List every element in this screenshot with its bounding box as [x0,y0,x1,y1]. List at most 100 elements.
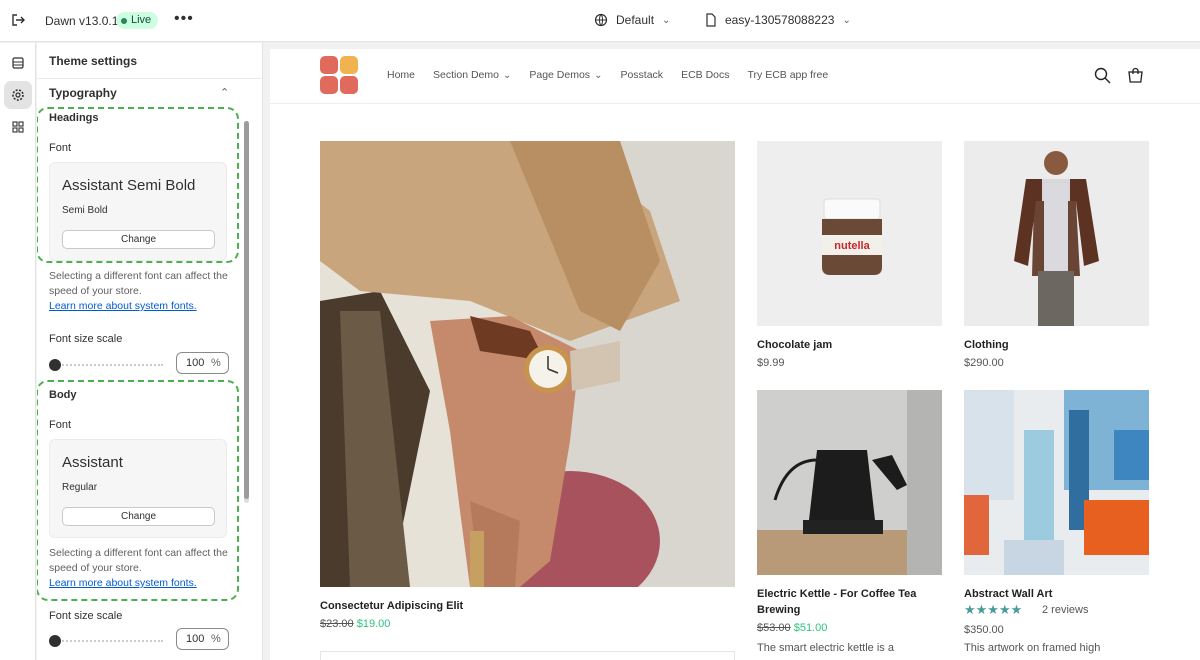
clothing-image[interactable] [964,141,1149,326]
kettle-old-price: $53.00 [757,622,791,634]
live-dot-icon [121,17,127,24]
body-label: Body [49,389,77,401]
nav-try-ecb[interactable]: Try ECB app free [748,69,829,81]
body-font-card: Assistant Regular Change [49,439,227,538]
body-system-fonts-link[interactable]: Learn more about system fonts. [49,577,197,589]
body-font-name: Assistant [62,454,123,471]
divider [37,78,262,79]
chevron-down-icon: ⌄ [594,69,603,81]
page-label: easy-130578088223 [725,13,835,27]
electric-kettle-description: The smart electric kettle is a [757,642,894,654]
page-icon [706,13,716,27]
body-scale-value: 100 [186,633,205,645]
theme-settings-panel: Theme settings Typography ⌃ Headings Fon… [37,43,263,660]
abstract-wall-art-title[interactable]: Abstract Wall Art [964,588,1052,600]
globe-icon [594,13,608,27]
abstract-wall-art-description: This artwork on framed high [964,642,1101,654]
featured-product-image[interactable] [320,141,735,587]
featured-product-price: $23.00 $19.00 [320,618,390,630]
page-selector[interactable]: easy-130578088223 ⌄ [705,13,851,27]
chocolate-jam-price: $9.99 [757,357,785,369]
editor-rail [0,43,36,660]
abstract-wall-art-reviews[interactable]: 2 reviews [1042,604,1088,616]
body-help-text: Selecting a different font can affect th… [49,546,229,591]
electric-kettle-title-line1[interactable]: Electric Kettle - For Coffee Tea [757,588,916,600]
body-scale-unit: % [211,633,221,645]
sections-icon[interactable] [4,49,32,77]
electric-kettle-title-line2[interactable]: Brewing [757,604,800,616]
slider-handle[interactable] [49,359,61,371]
chocolate-jam-image[interactable]: nutella [757,141,942,326]
electric-kettle-price: $53.00 $51.00 [757,622,827,634]
typography-group-header[interactable]: Typography [49,86,117,100]
abstract-wall-art-price: $350.00 [964,624,1004,636]
chevron-up-icon[interactable]: ⌃ [220,86,229,99]
headings-scale-value: 100 [186,357,205,369]
nav-ecb-docs-label: ECB Docs [681,69,730,81]
nav-home[interactable]: Home [387,69,415,81]
live-badge: Live [116,12,159,29]
headings-scale-label: Font size scale [49,333,123,345]
kettle-sale-price: $51.00 [793,622,828,634]
body-font-style: Regular [62,482,98,493]
nav-home-label: Home [387,69,416,81]
nav-page-demos-label: Page Demos [529,69,591,81]
nav-ecb-docs[interactable]: ECB Docs [681,69,729,81]
nav-try-ecb-label: Try ECB app free [747,69,829,81]
store-logo[interactable] [320,56,358,94]
slider-track [55,640,163,642]
headings-help-copy: Selecting a different font can affect th… [49,270,228,297]
headings-system-fonts-link[interactable]: Learn more about system fonts. [49,300,197,312]
body-scale-slider[interactable] [49,635,164,647]
featured-sale-price: $19.00 [356,618,391,630]
electric-kettle-image[interactable] [757,390,942,575]
chevron-down-icon: ⌄ [502,69,512,81]
headings-label: Headings [49,112,99,124]
nav-page-demos[interactable]: Page Demos ⌄ [529,69,602,81]
slider-handle[interactable] [49,635,61,647]
body-change-button[interactable]: Change [62,507,215,526]
body-scale-input[interactable]: 100 % [176,628,229,650]
scrollbar-thumb[interactable] [244,121,249,499]
nav-section-demo-label: Section Demo [433,69,499,81]
body-help-copy: Selecting a different font can affect th… [49,547,228,574]
store-preview: Home Section Demo ⌄ Page Demos ⌄ Posstack … [270,49,1200,660]
nav-posstack-label: Posstack [620,69,664,81]
apps-icon[interactable] [4,113,32,141]
nav-section-demo[interactable]: Section Demo ⌄ [433,69,511,81]
featured-product-title[interactable]: Consectetur Adipiscing Elit [320,600,463,612]
theme-settings-icon[interactable] [4,81,32,109]
featured-old-price: $23.00 [320,618,354,630]
search-icon[interactable] [1094,67,1111,84]
chevron-down-icon: ⌄ [842,14,851,26]
store-nav: Home Section Demo ⌄ Page Demos ⌄ Posstack … [387,69,828,81]
chevron-down-icon: ⌄ [662,14,671,26]
jar-label: nutella [834,240,870,252]
rating-stars-icon: ★★★★★ [964,602,1023,617]
abstract-wall-art-image[interactable] [964,390,1149,575]
headings-change-button[interactable]: Change [62,230,215,249]
body-font-label: Font [49,419,72,431]
exit-icon[interactable] [10,12,28,30]
headings-font-card: Assistant Semi Bold Semi Bold Change [49,162,227,261]
theme-name: Dawn v13.0.1 [45,14,119,28]
header-divider [270,103,1200,104]
nav-posstack[interactable]: Posstack [620,69,663,81]
clothing-title[interactable]: Clothing [964,339,1009,351]
headings-help-text: Selecting a different font can affect th… [49,269,229,314]
panel-title: Theme settings [49,54,138,68]
headings-font-label: Font [49,142,72,154]
preset-label: Default [616,13,655,27]
headings-scale-unit: % [211,357,221,369]
headings-scale-input[interactable]: 100 % [176,352,229,374]
cart-icon[interactable] [1127,67,1144,84]
headings-font-style: Semi Bold [62,205,108,216]
preset-selector[interactable]: Default ⌄ [594,13,670,27]
editor-topbar: Dawn v13.0.1 Live ••• Default ⌄ easy-130… [0,0,1200,42]
more-actions-button[interactable]: ••• [174,10,194,28]
clothing-price: $290.00 [964,357,1004,369]
body-scale-label: Font size scale [49,610,123,622]
chocolate-jam-title[interactable]: Chocolate jam [757,339,832,351]
headings-font-name: Assistant Semi Bold [62,177,196,194]
headings-scale-slider[interactable] [49,359,164,371]
